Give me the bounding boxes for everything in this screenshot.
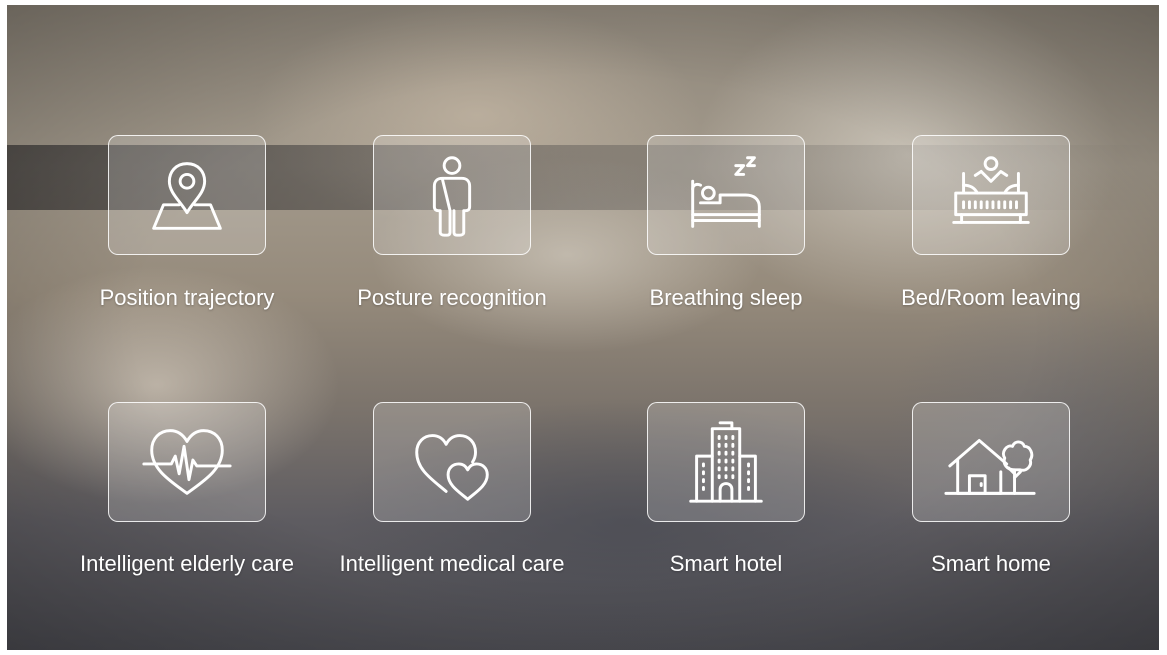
- sleeping-bed-icon: [691, 156, 761, 228]
- bed-room-leaving-tile[interactable]: [912, 135, 1070, 255]
- intelligent-elderly-care-tile[interactable]: [108, 402, 266, 522]
- location-pin-icon: [152, 162, 222, 230]
- smart-home-label: Smart home: [931, 551, 1051, 576]
- intelligent-medical-care-tile[interactable]: [373, 402, 531, 522]
- heart-pulse-icon: [142, 429, 232, 495]
- bed-room-leaving-label: Bed/Room leaving: [901, 285, 1081, 310]
- position-trajectory-label: Position trajectory: [99, 285, 275, 310]
- double-heart-icon: [415, 434, 489, 501]
- hotel-building-icon: [689, 421, 763, 503]
- posture-recognition-tile[interactable]: [373, 135, 531, 255]
- breathing-sleep-label: Breathing sleep: [649, 285, 803, 310]
- breathing-sleep-tile[interactable]: [647, 135, 805, 255]
- house-tree-icon: [944, 438, 1036, 495]
- position-trajectory-tile[interactable]: [108, 135, 266, 255]
- smart-hotel-label: Smart hotel: [669, 551, 783, 576]
- person-icon: [432, 156, 472, 237]
- smart-home-tile[interactable]: [912, 402, 1070, 522]
- intelligent-medical-care-label: Intelligent medical care: [339, 551, 565, 576]
- person-leaving-bed-icon: [952, 156, 1030, 224]
- intelligent-elderly-care-label: Intelligent elderly care: [79, 551, 294, 576]
- background-scene: Position trajectory Posture recognition …: [7, 5, 1159, 650]
- posture-recognition-label: Posture recognition: [357, 285, 547, 310]
- smart-hotel-tile[interactable]: [647, 402, 805, 522]
